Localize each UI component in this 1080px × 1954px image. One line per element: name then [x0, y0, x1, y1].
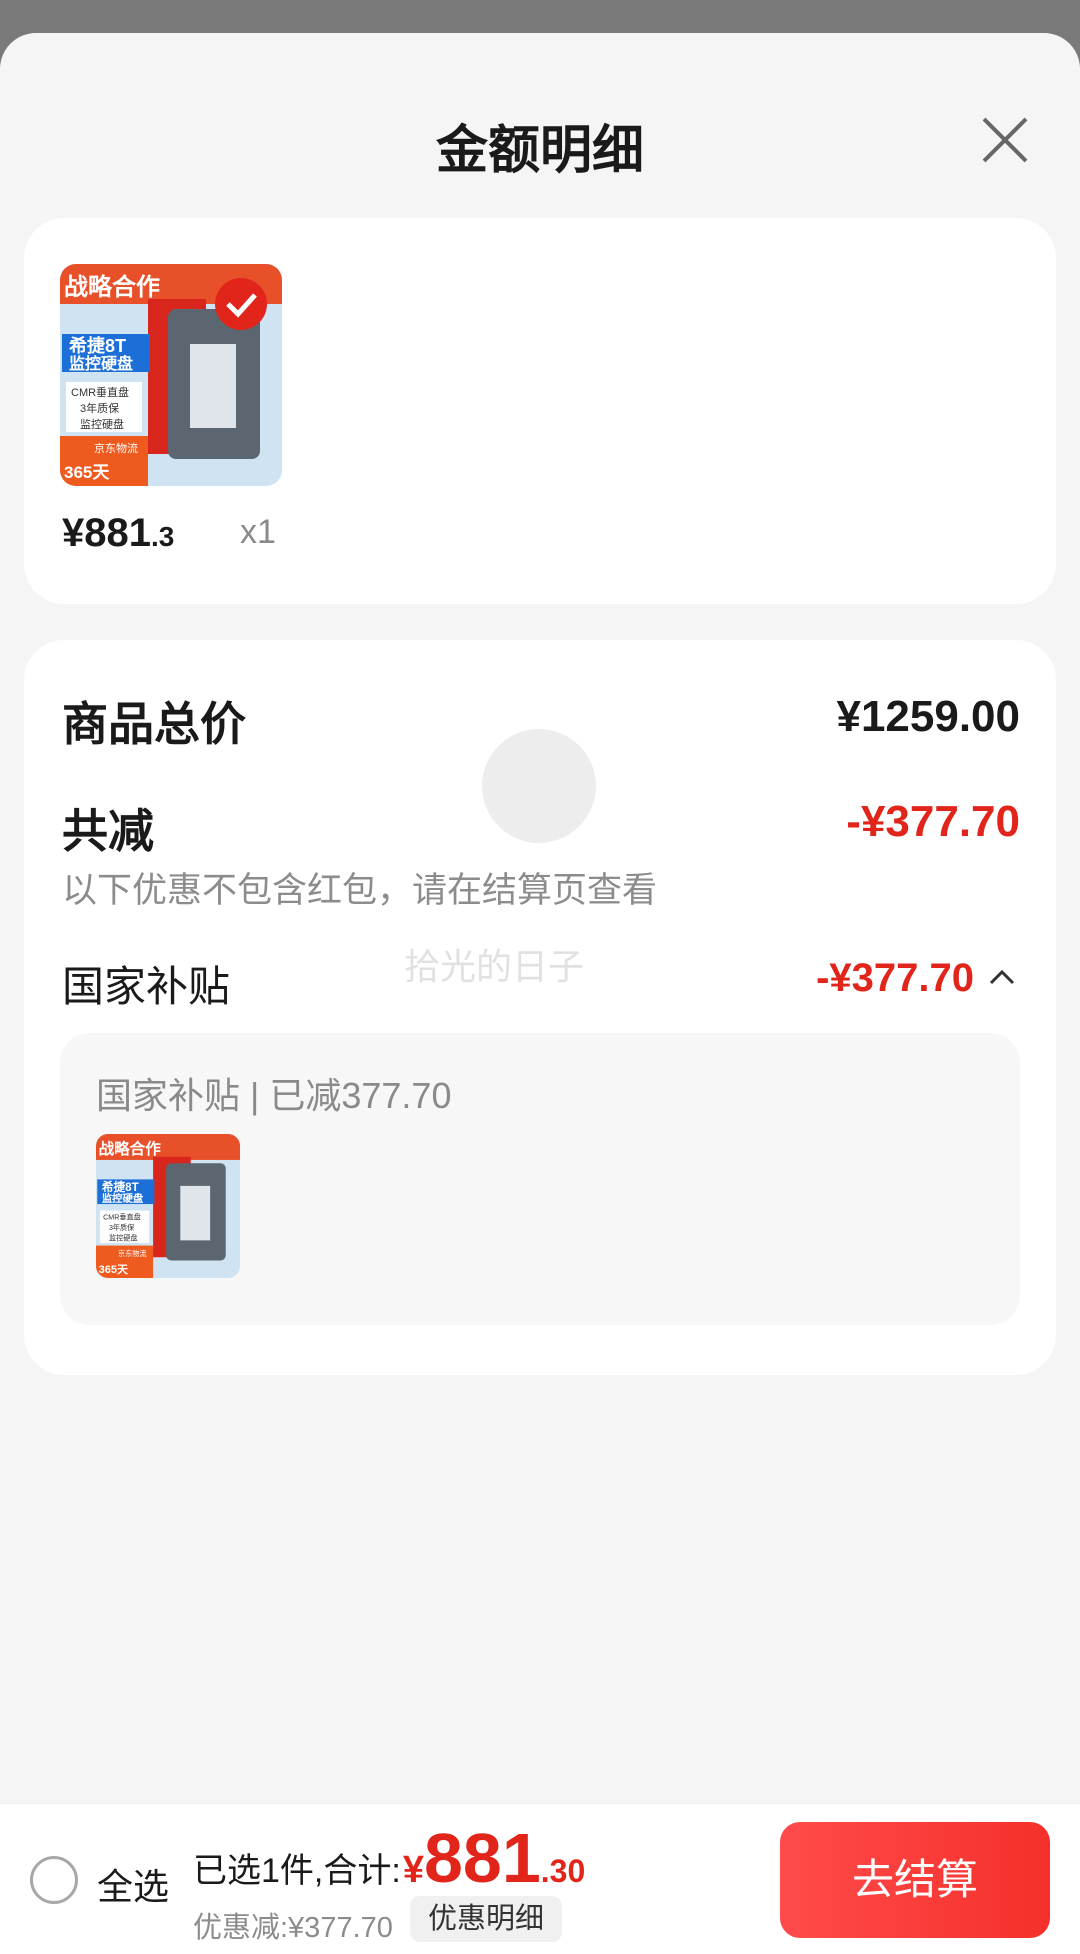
- total-currency: ¥: [402, 1849, 424, 1891]
- image-ribbon-text: 战略合作: [64, 273, 160, 301]
- image-title-2: 监控硬盘: [69, 354, 133, 373]
- close-icon[interactable]: [978, 113, 1032, 167]
- select-all-label[interactable]: 全选: [97, 1858, 169, 1910]
- national-subsidy-value[interactable]: -¥377.70: [816, 956, 974, 1001]
- subsidy-image-logistics: 京东物流: [118, 1249, 146, 1258]
- subsidy-image-ribbon-text: 战略合作: [99, 1139, 162, 1158]
- checkout-bar: 全选 已选1件,合计: ¥ 881 .30 优惠减:¥377.70 优惠明细 去…: [0, 1803, 1080, 1954]
- product-quantity: x1: [240, 513, 276, 551]
- image-badge-text: 365天: [64, 463, 110, 482]
- reduction-label: 共减: [62, 805, 154, 857]
- product-price-integer: ¥881: [62, 511, 151, 555]
- product-image[interactable]: 战略合作 希捷8T 监控硬盘 CMR垂直盘 3年质保 监控硬盘 京东物流 365…: [60, 264, 282, 486]
- image-title-1: 希捷8T: [69, 335, 126, 356]
- national-subsidy-label: 国家补贴: [62, 963, 231, 1010]
- discount-amount: 优惠减:¥377.70: [193, 1912, 393, 1944]
- subsidy-image-title-2: 监控硬盘: [102, 1192, 144, 1205]
- image-feature-2: 3年质保: [80, 401, 119, 415]
- discount-detail-button[interactable]: 优惠明细: [410, 1896, 563, 1942]
- subsidy-image-feature-1: CMR垂直盘: [103, 1213, 141, 1222]
- watermark-text: 拾光的日子: [404, 946, 585, 987]
- total-decimal: .30: [540, 1853, 586, 1889]
- subsidy-detail-box: 国家补贴 | 已减377.70 战略合作 希捷8T 监控硬盘 CMR垂直盘 3年…: [60, 1033, 1020, 1325]
- discount-note: 以下优惠不包含红包，请在结算页查看: [62, 871, 658, 910]
- total-prefix: 已选1件,合计:: [193, 1852, 401, 1890]
- product-price-decimal: .3: [150, 521, 175, 552]
- total-price-label: 商品总价: [62, 698, 246, 750]
- subsidy-detail-title: 国家补贴 | 已减377.70: [96, 1075, 452, 1116]
- product-price: ¥881.3: [62, 511, 174, 556]
- reduction-value: -¥377.70: [846, 797, 1020, 846]
- subsidy-image-feature-2: 3年质保: [109, 1223, 134, 1232]
- chevron-up-icon[interactable]: [988, 967, 1016, 987]
- total-integer: 881: [423, 1819, 541, 1897]
- check-badge-icon: [215, 278, 267, 330]
- watermark-logo: [482, 729, 596, 843]
- product-card: 战略合作 希捷8T 监控硬盘 CMR垂直盘 3年质保 监控硬盘 京东物流 365…: [24, 218, 1056, 604]
- radio-icon[interactable]: [30, 1856, 78, 1904]
- total-line: 已选1件,合计: ¥ 881 .30: [193, 1818, 585, 1898]
- sheet-title: 金额明细: [435, 122, 644, 180]
- image-feature-1: CMR垂直盘: [71, 385, 129, 399]
- image-feature-3: 监控硬盘: [80, 417, 124, 431]
- subsidy-image-badge-text: 365天: [99, 1263, 129, 1276]
- subsidy-product-image: 战略合作 希捷8T 监控硬盘 CMR垂直盘 3年质保 监控硬盘 京东物流 365…: [96, 1134, 240, 1278]
- subsidy-product-image-art: 战略合作 希捷8T 监控硬盘 CMR垂直盘 3年质保 监控硬盘 京东物流 365…: [96, 1134, 240, 1278]
- image-logistics: 京东物流: [94, 441, 138, 455]
- product-image-art: 战略合作 希捷8T 监控硬盘 CMR垂直盘 3年质保 监控硬盘 京东物流 365…: [60, 264, 282, 486]
- checkout-button[interactable]: 去结算: [780, 1822, 1050, 1938]
- amount-detail-sheet: 金额明细 战略合作 希捷8T 监控硬盘 CMR垂直盘 3年质保 监控硬盘 京东物…: [0, 33, 1080, 1954]
- subsidy-image-title-1: 希捷8T: [101, 1180, 139, 1194]
- total-price-value: ¥1259.00: [836, 692, 1020, 741]
- subsidy-image-feature-3: 监控硬盘: [109, 1233, 138, 1242]
